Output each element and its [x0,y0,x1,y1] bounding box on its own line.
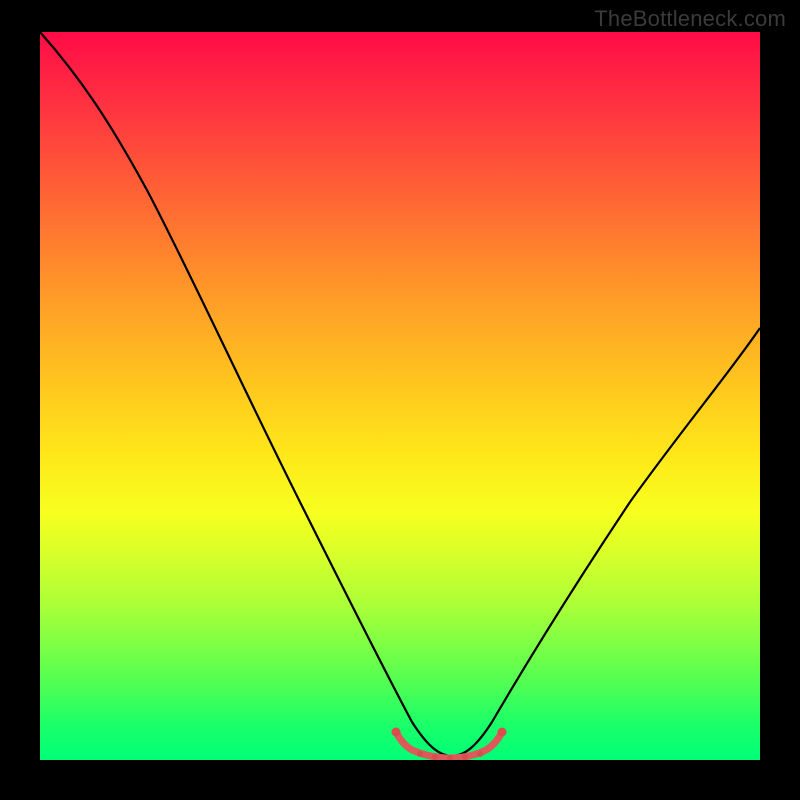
attribution-text: TheBottleneck.com [594,6,786,32]
bottom-border [0,760,800,800]
chart-svg [40,32,760,760]
bottleneck-curve [40,32,760,756]
chart-frame: TheBottleneck.com [0,0,800,800]
optimal-range-marker [396,732,502,758]
